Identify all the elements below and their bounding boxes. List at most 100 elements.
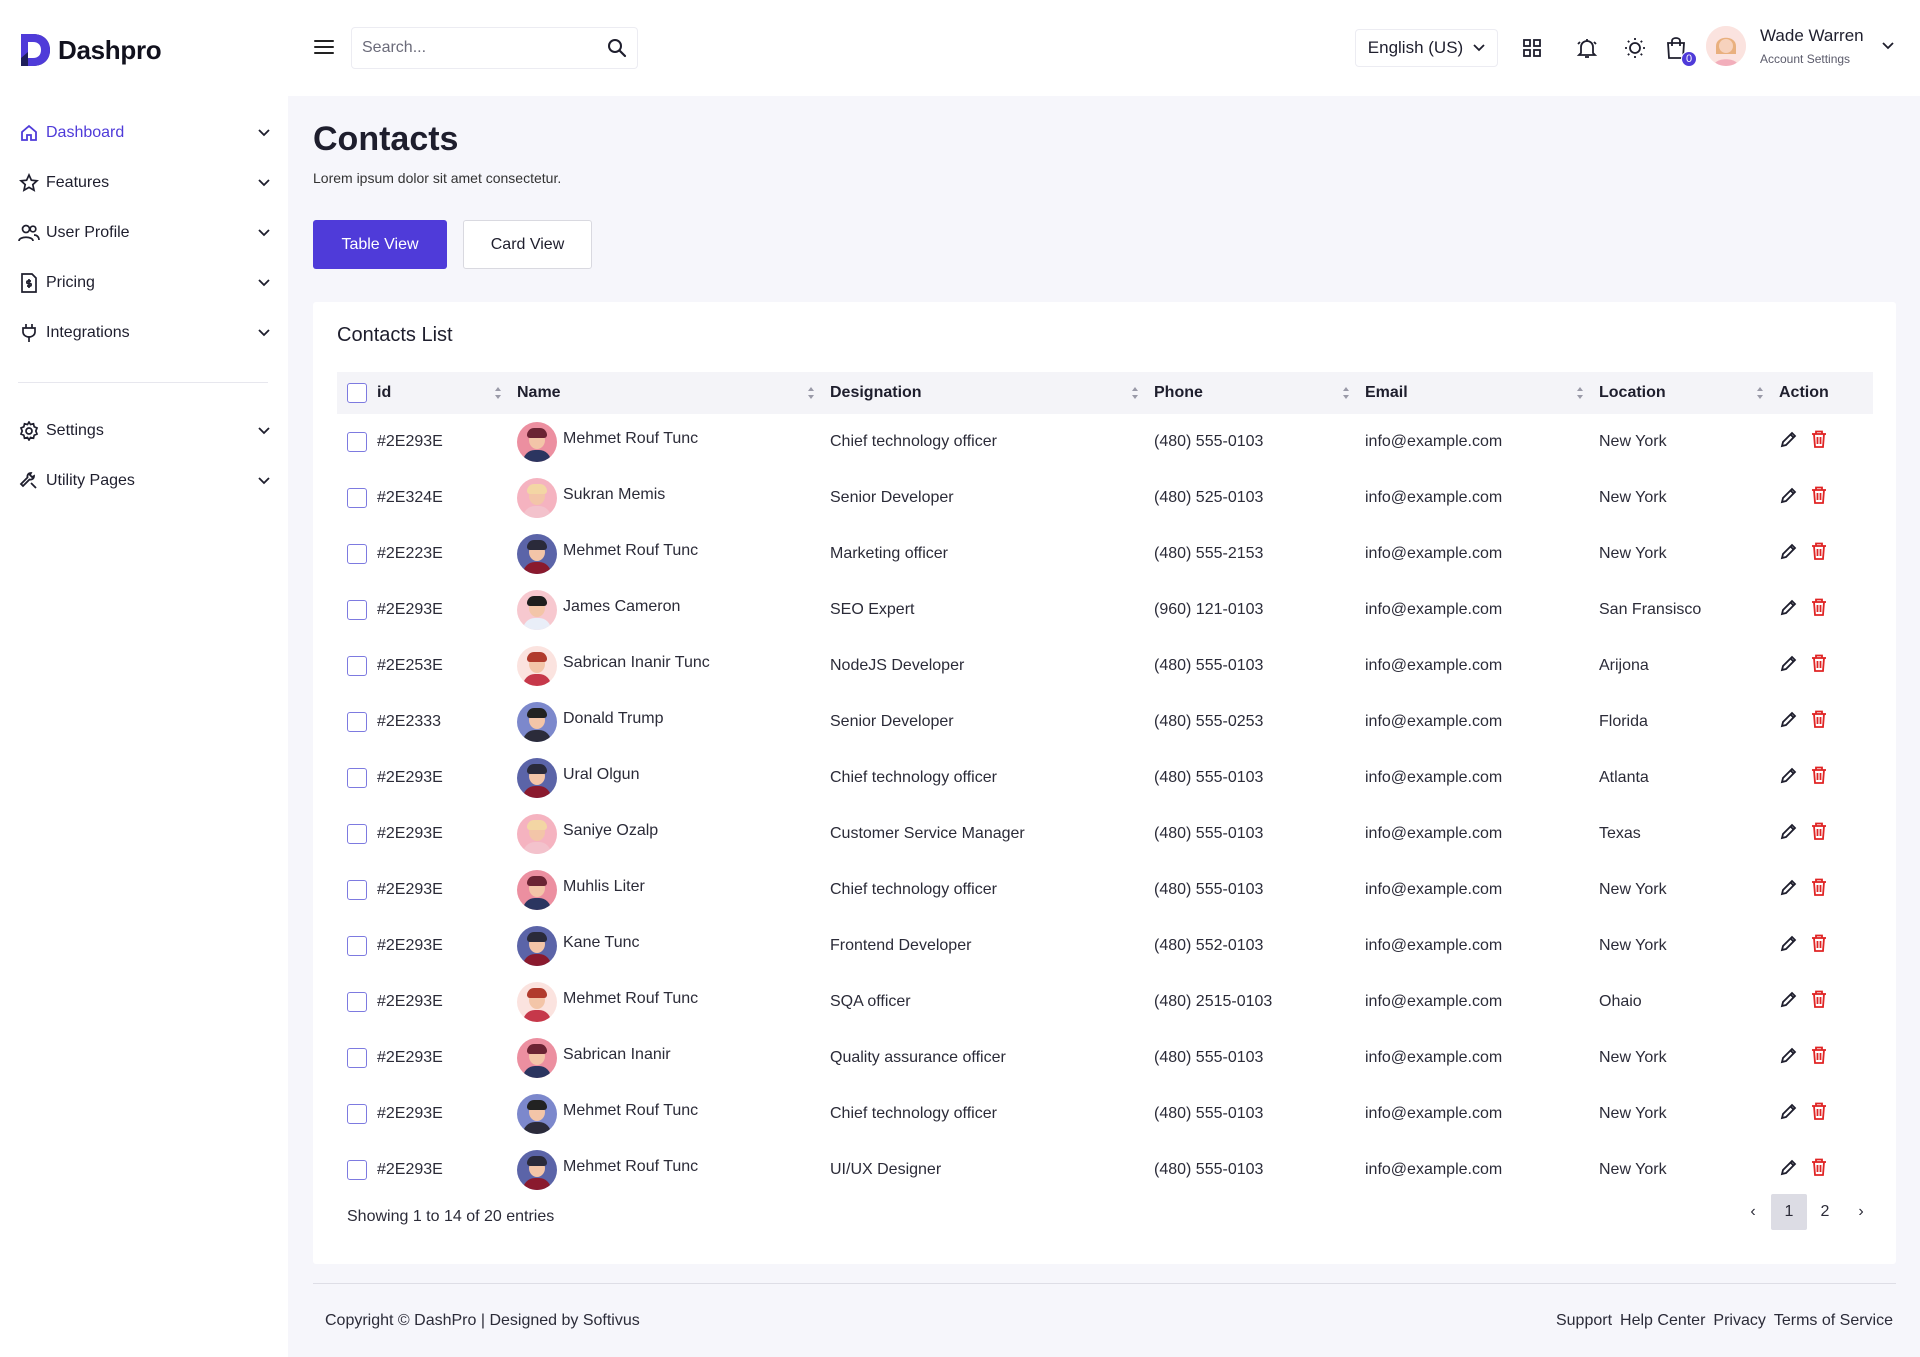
row-checkbox[interactable]	[347, 992, 367, 1012]
contact-location: San Fransisco	[1599, 601, 1702, 618]
contact-name[interactable]: Muhlis Liter	[563, 878, 645, 896]
row-checkbox[interactable]	[347, 1160, 367, 1180]
user-menu[interactable]: Wade Warren Account Settings	[1706, 26, 1894, 66]
contact-phone: (480) 555-0253	[1154, 713, 1264, 730]
contact-name[interactable]: Sabrican Inanir	[563, 1046, 671, 1064]
row-checkbox[interactable]	[347, 1048, 367, 1068]
user-name: Wade Warren	[1760, 26, 1864, 45]
sidebar-item-user-profile[interactable]: User Profile	[18, 216, 270, 250]
edit-icon[interactable]	[1779, 541, 1799, 561]
row-checkbox[interactable]	[347, 544, 367, 564]
search-input[interactable]	[352, 28, 597, 68]
delete-icon[interactable]	[1809, 821, 1829, 841]
avatar	[517, 982, 557, 1022]
delete-icon[interactable]	[1809, 765, 1829, 785]
column-header-location[interactable]: Location	[1599, 372, 1779, 414]
row-checkbox[interactable]	[347, 1104, 367, 1124]
contact-name[interactable]: Mehmet Rouf Tunc	[563, 1158, 698, 1176]
card-view-button[interactable]: Card View	[463, 220, 592, 269]
shopping-bag-icon[interactable]: 0	[1662, 34, 1697, 67]
contact-name[interactable]: Ural Olgun	[563, 766, 639, 784]
contact-name[interactable]: Saniye Ozalp	[563, 822, 658, 840]
delete-icon[interactable]	[1809, 597, 1829, 617]
row-checkbox[interactable]	[347, 712, 367, 732]
edit-icon[interactable]	[1779, 597, 1799, 617]
footer-link-support[interactable]: Support	[1556, 1312, 1612, 1330]
edit-icon[interactable]	[1779, 653, 1799, 673]
delete-icon[interactable]	[1809, 1157, 1829, 1177]
footer-link-help-center[interactable]: Help Center	[1620, 1312, 1705, 1330]
delete-icon[interactable]	[1809, 933, 1829, 953]
delete-icon[interactable]	[1809, 989, 1829, 1009]
column-header-designation[interactable]: Designation	[830, 372, 1154, 414]
sidebar-item-dashboard[interactable]: Dashboard	[18, 116, 270, 150]
sidebar-item-integrations[interactable]: Integrations	[18, 316, 270, 350]
edit-icon[interactable]	[1779, 989, 1799, 1009]
prev-page-button[interactable]: ‹	[1735, 1194, 1771, 1230]
page-button-1[interactable]: 1	[1771, 1194, 1807, 1230]
page-button-2[interactable]: 2	[1807, 1194, 1843, 1230]
sidebar-item-utility-pages[interactable]: Utility Pages	[18, 464, 270, 498]
row-checkbox[interactable]	[347, 600, 367, 620]
row-checkbox[interactable]	[347, 880, 367, 900]
contact-name[interactable]: Mehmet Rouf Tunc	[563, 990, 698, 1008]
edit-icon[interactable]	[1779, 1101, 1799, 1121]
contact-name[interactable]: Sukran Memis	[563, 486, 665, 504]
contact-phone: (480) 555-0103	[1154, 881, 1264, 898]
row-checkbox[interactable]	[347, 656, 367, 676]
delete-icon[interactable]	[1809, 485, 1829, 505]
edit-icon[interactable]	[1779, 429, 1799, 449]
edit-icon[interactable]	[1779, 821, 1799, 841]
column-header-name[interactable]: Name	[517, 372, 830, 414]
row-checkbox[interactable]	[347, 936, 367, 956]
edit-icon[interactable]	[1779, 1045, 1799, 1065]
edit-icon[interactable]	[1779, 877, 1799, 897]
bell-icon[interactable]	[1573, 34, 1601, 62]
edit-icon[interactable]	[1779, 485, 1799, 505]
avatar	[517, 1038, 557, 1078]
next-page-button[interactable]: ›	[1843, 1194, 1879, 1230]
contact-name[interactable]: Mehmet Rouf Tunc	[563, 430, 698, 448]
select-all-checkbox[interactable]	[347, 383, 367, 403]
sidebar-item-label: Utility Pages	[46, 472, 135, 489]
column-header-id[interactable]: id	[337, 372, 517, 414]
row-checkbox[interactable]	[347, 824, 367, 844]
sidebar-item-settings[interactable]: Settings	[18, 414, 270, 448]
contact-name[interactable]: Mehmet Rouf Tunc	[563, 1102, 698, 1120]
sidebar-item-pricing[interactable]: Pricing	[18, 266, 270, 300]
delete-icon[interactable]	[1809, 1101, 1829, 1121]
contact-name[interactable]: Mehmet Rouf Tunc	[563, 542, 698, 560]
sun-icon[interactable]	[1621, 34, 1649, 62]
sort-icon	[1757, 387, 1763, 399]
edit-icon[interactable]	[1779, 765, 1799, 785]
table-view-button[interactable]: Table View	[313, 220, 447, 269]
contact-name[interactable]: Kane Tunc	[563, 934, 640, 952]
delete-icon[interactable]	[1809, 1045, 1829, 1065]
row-checkbox[interactable]	[347, 768, 367, 788]
row-checkbox[interactable]	[347, 488, 367, 508]
edit-icon[interactable]	[1779, 933, 1799, 953]
contact-name[interactable]: Sabrican Inanir Tunc	[563, 654, 710, 672]
apps-grid-icon[interactable]	[1518, 34, 1546, 62]
delete-icon[interactable]	[1809, 653, 1829, 673]
column-header-phone[interactable]: Phone	[1154, 372, 1365, 414]
delete-icon[interactable]	[1809, 709, 1829, 729]
delete-icon[interactable]	[1809, 877, 1829, 897]
home-icon	[18, 122, 40, 144]
hamburger-menu-icon[interactable]	[312, 36, 336, 58]
contact-location: New York	[1599, 937, 1667, 954]
sidebar-item-features[interactable]: Features	[18, 166, 270, 200]
contact-name[interactable]: James Cameron	[563, 598, 680, 616]
search-icon[interactable]	[597, 28, 637, 68]
delete-icon[interactable]	[1809, 429, 1829, 449]
footer-link-privacy[interactable]: Privacy	[1713, 1312, 1765, 1330]
language-select[interactable]: English (US)	[1355, 29, 1498, 67]
edit-icon[interactable]	[1779, 1157, 1799, 1177]
brand-logo[interactable]: Dashpro	[18, 30, 162, 70]
row-checkbox[interactable]	[347, 432, 367, 452]
footer-link-terms[interactable]: Terms of Service	[1774, 1312, 1893, 1330]
column-header-email[interactable]: Email	[1365, 372, 1599, 414]
delete-icon[interactable]	[1809, 541, 1829, 561]
contact-name[interactable]: Donald Trump	[563, 710, 664, 728]
edit-icon[interactable]	[1779, 709, 1799, 729]
